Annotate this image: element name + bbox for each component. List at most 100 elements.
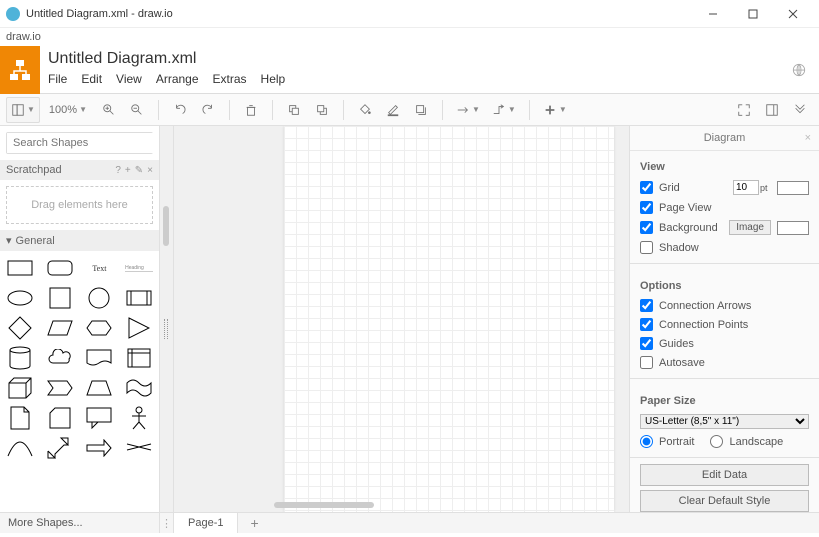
scrollbar-thumb[interactable] — [163, 206, 169, 246]
shape-tape[interactable] — [125, 377, 153, 399]
shadow-button[interactable] — [408, 97, 434, 123]
to-back-button[interactable] — [309, 97, 335, 123]
resize-handle[interactable] — [164, 319, 168, 339]
waypoint-button[interactable]: ▼ — [487, 97, 521, 123]
shape-note[interactable] — [6, 407, 34, 429]
menu-arrange[interactable]: Arrange — [156, 72, 199, 86]
delete-button[interactable] — [238, 97, 264, 123]
shape-circle[interactable] — [85, 287, 113, 309]
shape-cloud[interactable] — [46, 347, 74, 369]
zoom-out-button[interactable] — [124, 97, 150, 123]
shape-arrow[interactable] — [85, 437, 113, 459]
scratchpad-header[interactable]: Scratchpad ? + ✎ × — [0, 160, 159, 180]
fullscreen-button[interactable] — [731, 97, 757, 123]
edit-data-button[interactable]: Edit Data — [640, 464, 809, 486]
portrait-radio[interactable] — [640, 435, 653, 448]
shape-bidir-arrow[interactable] — [46, 437, 74, 459]
more-shapes-button[interactable]: More Shapes... — [0, 513, 160, 533]
shape-cube[interactable] — [6, 377, 34, 399]
paper[interactable] — [284, 126, 614, 512]
shape-document[interactable] — [85, 347, 113, 369]
shape-internal-storage[interactable] — [125, 347, 153, 369]
connection-button[interactable]: ▼ — [451, 97, 485, 123]
shape-card[interactable] — [46, 407, 74, 429]
background-color[interactable] — [777, 221, 809, 235]
collapse-button[interactable] — [787, 97, 813, 123]
clear-style-button[interactable]: Clear Default Style — [640, 490, 809, 512]
shape-parallelogram[interactable] — [46, 317, 74, 339]
scratchpad-dropzone[interactable]: Drag elements here — [6, 186, 153, 224]
shape-hexagon[interactable] — [85, 317, 113, 339]
shape-diamond[interactable] — [6, 317, 34, 339]
guides-checkbox[interactable] — [640, 337, 653, 350]
horizontal-scrollbar[interactable] — [274, 502, 374, 508]
grip-icon[interactable]: ⋮ — [160, 513, 174, 533]
undo-button[interactable] — [167, 97, 193, 123]
globe-icon[interactable] — [779, 46, 819, 93]
shadow-checkbox[interactable] — [640, 241, 653, 254]
shape-triangle[interactable] — [125, 317, 153, 339]
help-icon[interactable]: ? — [115, 165, 121, 176]
close-icon[interactable]: × — [147, 165, 153, 176]
shape-trapezoid[interactable] — [85, 377, 113, 399]
menu-file[interactable]: File — [48, 72, 67, 86]
to-front-button[interactable] — [281, 97, 307, 123]
sidebar-gutter[interactable] — [160, 126, 174, 512]
close-icon[interactable]: × — [805, 132, 811, 144]
app-logo[interactable] — [0, 46, 40, 94]
menu-view[interactable]: View — [116, 72, 142, 86]
doc-title[interactable]: Untitled Diagram.xml — [48, 46, 779, 68]
maximize-button[interactable] — [733, 2, 773, 26]
grid-checkbox[interactable] — [640, 181, 653, 194]
shape-ellipse[interactable] — [6, 287, 34, 309]
search-input[interactable] — [7, 133, 160, 153]
paper-size-select[interactable]: US-Letter (8,5" x 11") — [640, 414, 809, 429]
pageview-checkbox[interactable] — [640, 201, 653, 214]
zoom-level[interactable]: 100%▼ — [42, 97, 94, 123]
landscape-label: Landscape — [729, 436, 783, 448]
autosave-checkbox[interactable] — [640, 356, 653, 369]
image-button[interactable]: Image — [729, 220, 771, 235]
zoom-in-button[interactable] — [96, 97, 122, 123]
minimize-button[interactable] — [693, 2, 733, 26]
shape-curve[interactable] — [6, 437, 34, 459]
page-tab[interactable]: Page-1 — [174, 513, 238, 533]
conn-points-label: Connection Points — [659, 319, 809, 331]
shape-rounded-rect[interactable] — [46, 257, 74, 279]
background-checkbox[interactable] — [640, 221, 653, 234]
shape-heading[interactable]: Heading — [125, 257, 153, 279]
add-button[interactable]: ▼ — [538, 97, 572, 123]
view-dropdown[interactable]: ▼ — [6, 97, 40, 123]
shape-link[interactable] — [125, 437, 153, 459]
grid-color[interactable] — [777, 181, 809, 195]
shape-actor[interactable] — [125, 407, 153, 429]
redo-button[interactable] — [195, 97, 221, 123]
menu-help[interactable]: Help — [261, 72, 286, 86]
shape-step[interactable] — [46, 377, 74, 399]
menu-edit[interactable]: Edit — [81, 72, 102, 86]
menu-extras[interactable]: Extras — [213, 72, 247, 86]
zoom-label: 100% — [49, 104, 77, 116]
conn-arrows-checkbox[interactable] — [640, 299, 653, 312]
scratchpad-label: Scratchpad — [6, 164, 62, 176]
fill-color-button[interactable] — [352, 97, 378, 123]
shape-process[interactable] — [125, 287, 153, 309]
landscape-radio[interactable] — [710, 435, 723, 448]
edit-icon[interactable]: ✎ — [135, 165, 143, 176]
shape-text[interactable]: Text — [85, 257, 113, 279]
close-button[interactable] — [773, 2, 813, 26]
add-icon[interactable]: + — [125, 165, 131, 176]
format-panel-button[interactable] — [759, 97, 785, 123]
shape-square[interactable] — [46, 287, 74, 309]
canvas[interactable] — [174, 126, 629, 512]
grid-size-input[interactable] — [733, 180, 759, 195]
grid-unit: pt — [760, 183, 768, 193]
general-header[interactable]: ▾General — [0, 230, 159, 251]
shape-rect[interactable] — [6, 257, 34, 279]
add-page-button[interactable]: + — [238, 515, 270, 531]
shape-cylinder[interactable] — [6, 347, 34, 369]
background-label: Background — [659, 222, 723, 234]
conn-points-checkbox[interactable] — [640, 318, 653, 331]
line-color-button[interactable] — [380, 97, 406, 123]
shape-callout[interactable] — [85, 407, 113, 429]
